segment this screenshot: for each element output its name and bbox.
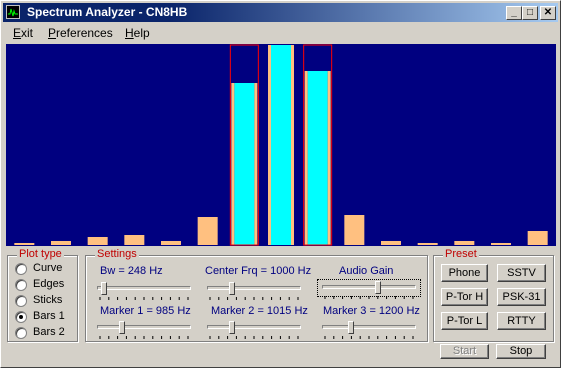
spectrum-bar-edge	[304, 71, 308, 245]
marker1-label: Marker 1 = 985 Hz	[100, 305, 191, 317]
slider-track[interactable]	[207, 325, 301, 329]
preset-rtty-button[interactable]: RTTY	[497, 312, 546, 330]
slider-track[interactable]	[322, 325, 416, 329]
preset-phone-button[interactable]: Phone	[441, 264, 488, 282]
preset-ptor-l-button[interactable]: P-Tor L	[441, 312, 488, 330]
spectrum-bar-edge	[231, 83, 235, 245]
preset-psk31-button[interactable]: PSK-31	[497, 288, 546, 306]
close-button[interactable]: ✕	[540, 6, 556, 20]
stop-button[interactable]: Stop	[496, 344, 546, 359]
start-button[interactable]: Start	[440, 344, 489, 359]
radio-label: Sticks	[33, 294, 63, 306]
spectrum-bar	[454, 241, 475, 245]
spectrum-bar-main	[307, 71, 328, 245]
slider-ticks	[209, 336, 299, 339]
audio-gain-label: Audio Gain	[339, 265, 394, 277]
spectrum-bar	[527, 231, 548, 245]
app-window: Spectrum Analyzer - CN8HB _ □ ✕ Exit Pre…	[0, 0, 561, 368]
radio-button[interactable]	[15, 279, 27, 291]
spectrum-bar-edge	[291, 45, 294, 245]
slider-thumb[interactable]	[101, 282, 108, 295]
minimize-icon: _	[511, 7, 517, 18]
minimize-button[interactable]: _	[506, 6, 522, 20]
spectrum-bar	[197, 217, 218, 245]
settings-group: Settings Bw = 248 Hz Center Frq = 1000 H…	[85, 248, 428, 342]
slider-ticks	[324, 336, 414, 339]
window-title: Spectrum Analyzer - CN8HB	[27, 5, 188, 19]
settings-legend: Settings	[95, 248, 139, 260]
bw-label: Bw = 248 Hz	[100, 265, 163, 277]
slider-ticks	[209, 297, 299, 300]
radio-label: Bars 1	[33, 310, 65, 322]
menu-exit[interactable]: Exit	[13, 26, 33, 40]
slider-thumb[interactable]	[119, 321, 125, 334]
slider-thumb[interactable]	[229, 321, 235, 334]
preset-ptor-h-button[interactable]: P-Tor H	[441, 288, 488, 306]
menu-bar: Exit Preferences Help	[3, 23, 558, 42]
slider-thumb[interactable]	[348, 321, 355, 334]
slider-track[interactable]	[97, 325, 191, 329]
spectrum-bar	[381, 241, 401, 245]
spectrum-bar-edge	[268, 45, 271, 245]
radio-button[interactable]	[15, 295, 27, 307]
menu-preferences[interactable]: Preferences	[48, 26, 113, 40]
preset-group: Preset Phone SSTV P-Tor H PSK-31 P-Tor L…	[433, 248, 554, 342]
slider-ticks	[324, 296, 414, 299]
center-frq-label: Center Frq = 1000 Hz	[205, 265, 312, 277]
spectrum-app-icon[interactable]	[6, 5, 20, 19]
spectrum-chart	[14, 44, 548, 246]
radio-label: Bars 2	[33, 326, 65, 338]
maximize-button[interactable]: □	[522, 6, 538, 20]
spectrum-bar	[417, 243, 438, 245]
spectrum-bar	[87, 237, 108, 245]
title-bar[interactable]: Spectrum Analyzer - CN8HB _ □ ✕	[3, 3, 558, 22]
radio-button[interactable]	[15, 311, 27, 323]
spectrum-bar	[161, 241, 181, 245]
close-icon: ✕	[543, 7, 553, 18]
radio-label: Curve	[33, 262, 63, 274]
slider-ticks	[99, 297, 189, 300]
plot-type-legend: Plot type	[17, 248, 64, 260]
slider-ticks	[99, 336, 189, 339]
radio-button[interactable]	[15, 327, 27, 339]
spectrum-bar	[344, 215, 365, 245]
spectrum-bar-edge	[254, 83, 258, 245]
maximize-icon: □	[526, 7, 534, 18]
radio-button[interactable]	[15, 263, 27, 275]
spectrum-bar	[51, 241, 71, 245]
slider-track[interactable]	[322, 285, 416, 289]
preset-legend: Preset	[443, 248, 479, 260]
spectrum-bar-main	[234, 83, 255, 245]
spectrum-bar-edge	[327, 71, 331, 245]
spectrum-plot	[6, 44, 556, 246]
spectrum-bar	[124, 235, 145, 245]
spectrum-bar	[491, 243, 511, 245]
plot-type-group: Plot type Curve Edges Sticks Bars 1 Bars 2	[7, 248, 78, 342]
marker3-label: Marker 3 = 1200 Hz	[323, 305, 420, 317]
spectrum-bar-main	[271, 45, 291, 245]
marker2-label: Marker 2 = 1015 Hz	[211, 305, 308, 317]
slider-thumb[interactable]	[374, 281, 381, 294]
preset-sstv-button[interactable]: SSTV	[497, 264, 546, 282]
menu-help[interactable]: Help	[125, 26, 150, 40]
slider-track[interactable]	[207, 286, 301, 290]
radio-label: Edges	[33, 278, 65, 290]
spectrum-bar	[14, 243, 35, 245]
slider-track[interactable]	[97, 286, 191, 290]
slider-thumb[interactable]	[229, 282, 235, 295]
